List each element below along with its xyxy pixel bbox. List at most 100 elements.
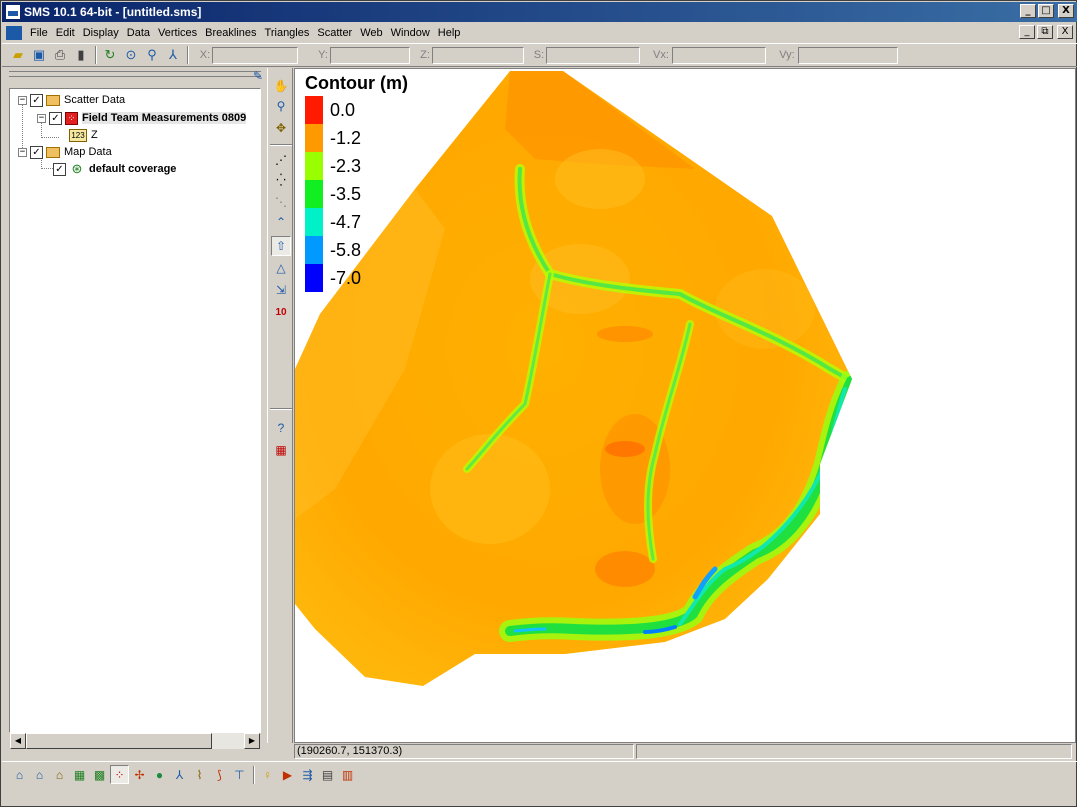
legend-entry: -3.5 [305, 180, 361, 208]
legend-entry: 0.0 [305, 96, 355, 124]
legend-value-label: -7.0 [330, 267, 362, 288]
tool-palette: ✋ ⚲ ✥ ⋰ ⁛ ⋱ ⌃ ⇧ △ ⇲ 10 ? ▦ [267, 68, 293, 743]
tree-item-dataset-z[interactable]: 123 Z [69, 127, 98, 143]
tree-item-coverage[interactable]: ✓ ⊛ default coverage [53, 161, 176, 177]
tree-line [41, 168, 53, 169]
swap-edge-icon[interactable]: ⇲ [271, 280, 291, 300]
rotate-icon[interactable]: ✥ [271, 118, 291, 138]
bar-chart-icon[interactable]: ▥ [338, 765, 357, 784]
gis-module-icon[interactable]: ● [150, 765, 169, 784]
visibility-checkbox[interactable]: ✓ [53, 162, 66, 176]
map-module-icon[interactable]: ✢ [130, 765, 149, 784]
legend-swatch [305, 180, 323, 208]
menu-breaklines[interactable]: Breaklines [201, 27, 260, 39]
close-button[interactable]: X [1058, 4, 1074, 18]
visibility-checkbox[interactable]: ✓ [49, 111, 62, 125]
quadtree-module-icon[interactable]: ⌂ [50, 765, 69, 784]
status-panel [636, 744, 1072, 759]
save-icon[interactable]: ▣ [29, 45, 49, 65]
tree-item-scatter-data[interactable]: − ✓ Scatter Data [18, 92, 125, 108]
open-folder-icon[interactable]: ▰ [8, 45, 28, 65]
curvilinear-grid-icon[interactable]: ▩ [90, 765, 109, 784]
legend-swatch [305, 124, 323, 152]
plot-icon[interactable]: ⅄ [163, 45, 183, 65]
scroll-right-button[interactable]: ▶ [244, 733, 260, 749]
frame-icon[interactable]: ⊙ [121, 45, 141, 65]
tree-item-map-data[interactable]: − ✓ Map Data [18, 144, 112, 160]
menu-help[interactable]: Help [434, 27, 465, 39]
tree-label: Map Data [64, 146, 112, 158]
menu-file[interactable]: File [26, 27, 52, 39]
scroll-thumb[interactable] [26, 733, 212, 749]
menu-vertices[interactable]: Vertices [154, 27, 201, 39]
vy-coord-label: Vy: [779, 49, 795, 61]
select-triangle-icon[interactable]: ⇧ [271, 236, 291, 256]
document-icon[interactable] [6, 25, 22, 40]
toolbar-separator [95, 46, 97, 64]
cartesian-grid-icon[interactable]: ▦ [70, 765, 89, 784]
select-display-icon[interactable]: ▦ [271, 440, 291, 460]
pan-icon[interactable]: ✋ [271, 76, 291, 96]
vector-icon[interactable]: ⇶ [298, 765, 317, 784]
gage-module-icon[interactable]: ⊤ [230, 765, 249, 784]
maximize-button[interactable]: □ [1038, 4, 1054, 18]
z-coord-field [432, 46, 524, 64]
collapse-icon[interactable]: − [37, 113, 46, 123]
mesh-module-icon[interactable]: ⌂ [10, 765, 29, 784]
collapse-icon[interactable]: − [18, 95, 27, 105]
title-bar[interactable]: SMS 10.1 64-bit - [untitled.sms] _ □ X [2, 2, 1077, 22]
light-icon[interactable]: ♀ [258, 765, 277, 784]
legend-swatch [305, 264, 323, 292]
visibility-checkbox[interactable]: ✓ [30, 93, 43, 107]
breakline-icon[interactable]: ⌃ [271, 212, 291, 232]
menu-data[interactable]: Data [123, 27, 154, 39]
palette-separator [270, 144, 292, 146]
tree-item-scatter-set[interactable]: − ✓ ⁘ Field Team Measurements 0809 [37, 110, 247, 126]
explorer-grip[interactable] [9, 71, 261, 77]
menu-web[interactable]: Web [356, 27, 386, 39]
zoom-icon[interactable]: ⚲ [271, 96, 291, 116]
delete-icon[interactable]: ▮ [71, 45, 91, 65]
contour-label-icon[interactable]: 10 [271, 302, 291, 322]
scatter-set-icon: ⁘ [65, 111, 78, 125]
menu-scatter[interactable]: Scatter [313, 27, 356, 39]
minimize-button[interactable]: _ [1020, 4, 1036, 18]
legend-value-label: -1.2 [330, 127, 362, 148]
refresh-icon[interactable]: ↻ [100, 45, 120, 65]
legend-entry: -7.0 [305, 264, 361, 292]
get-info-icon[interactable]: ⚲ [142, 45, 162, 65]
particle-module-icon[interactable]: ⅄ [170, 765, 189, 784]
film-icon[interactable]: ▤ [318, 765, 337, 784]
graphics-window[interactable]: Contour (m) 0.0 -1.2 -2.3 -3.5 -4.7 -5.8 -7.0 [294, 68, 1076, 743]
select-vertex-icon[interactable]: ⋰ [271, 150, 291, 170]
menu-display[interactable]: Display [79, 27, 123, 39]
1d-grid-icon[interactable]: ⟆ [210, 765, 229, 784]
doc-minimize-button[interactable]: _ [1019, 25, 1035, 39]
scatter-module-icon[interactable]: ⁘ [110, 765, 129, 784]
doc-close-button[interactable]: X [1057, 25, 1073, 39]
collapse-icon[interactable]: − [18, 147, 27, 157]
menu-window[interactable]: Window [387, 27, 434, 39]
help-query-icon[interactable]: ? [271, 418, 291, 438]
explorer-horizontal-scrollbar[interactable]: ◀ ▶ [10, 733, 260, 749]
raster-module-icon[interactable]: ⌇ [190, 765, 209, 784]
main-toolbar: ▰ ▣ ⎙ ▮ ↻ ⊙ ⚲ ⅄ X: Y: Z: S: Vx: Vy: [2, 43, 1077, 67]
legend-swatch [305, 152, 323, 180]
doc-restore-button[interactable]: ⧉ [1037, 25, 1053, 39]
grid-module-icon[interactable]: ⌂ [30, 765, 49, 784]
legend-title: Contour (m) [305, 73, 408, 93]
visibility-checkbox[interactable]: ✓ [30, 145, 43, 159]
triangle-icon[interactable]: △ [271, 258, 291, 278]
scroll-left-button[interactable]: ◀ [10, 733, 26, 749]
color-ramp-icon[interactable]: ▶ [278, 765, 297, 784]
y-coord-field [330, 46, 410, 64]
pin-icon[interactable]: ✎ [253, 69, 263, 83]
palette-separator [270, 408, 292, 410]
s-coord-label: S: [533, 49, 545, 61]
print-icon[interactable]: ⎙ [50, 45, 70, 65]
create-vertex-icon[interactable]: ⁛ [271, 170, 291, 190]
menu-edit[interactable]: Edit [52, 27, 79, 39]
select-scatter-icon[interactable]: ⋱ [271, 192, 291, 212]
contour-plot[interactable] [295, 69, 1076, 743]
menu-triangles[interactable]: Triangles [261, 27, 314, 39]
